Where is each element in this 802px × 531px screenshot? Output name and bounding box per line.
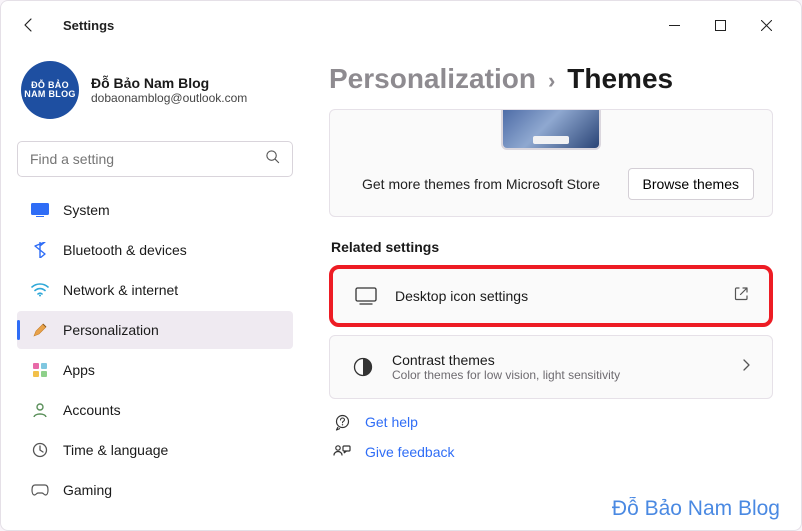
sidebar-item-bluetooth[interactable]: Bluetooth & devices <box>17 231 293 269</box>
row-title: Contrast themes <box>392 352 722 368</box>
theme-preview-thumbnail[interactable] <box>501 110 601 150</box>
clock-icon <box>31 441 49 459</box>
nav: System Bluetooth & devices Network & int… <box>17 191 293 509</box>
titlebar: Settings <box>1 1 801 49</box>
chevron-right-icon: › <box>548 68 555 94</box>
sidebar-item-label: Gaming <box>63 482 112 498</box>
avatar-text: ĐỖ BẢO NAM BLOG <box>21 81 79 100</box>
sidebar-item-label: Network & internet <box>63 282 178 298</box>
close-button[interactable] <box>743 9 789 41</box>
sidebar-item-label: Personalization <box>63 322 159 338</box>
bluetooth-icon <box>31 241 49 259</box>
accounts-icon <box>31 401 49 419</box>
arrow-left-icon <box>21 17 37 33</box>
sidebar-item-apps[interactable]: Apps <box>17 351 293 389</box>
sidebar-item-label: Apps <box>63 362 95 378</box>
sidebar-item-network[interactable]: Network & internet <box>17 271 293 309</box>
feedback-icon <box>333 443 351 461</box>
breadcrumb: Personalization › Themes <box>329 63 773 95</box>
search-box[interactable] <box>17 141 293 177</box>
minimize-button[interactable] <box>651 9 697 41</box>
sidebar: ĐỖ BẢO NAM BLOG Đỗ Bảo Nam Blog dobaonam… <box>1 49 309 530</box>
wifi-icon <box>31 281 49 299</box>
sidebar-item-system[interactable]: System <box>17 191 293 229</box>
row-subtitle: Color themes for low vision, light sensi… <box>392 368 722 382</box>
help-icon <box>333 413 351 431</box>
minimize-icon <box>669 20 680 31</box>
personalization-icon <box>31 321 49 339</box>
sidebar-item-personalization[interactable]: Personalization <box>17 311 293 349</box>
related-settings-header: Related settings <box>331 239 773 255</box>
row-title: Desktop icon settings <box>395 288 716 304</box>
sidebar-item-label: Accounts <box>63 402 121 418</box>
store-message: Get more themes from Microsoft Store <box>362 176 600 192</box>
open-external-icon <box>734 286 749 306</box>
profile-name: Đỗ Bảo Nam Blog <box>91 75 247 91</box>
profile-email: dobaonamblog@outlook.com <box>91 91 247 105</box>
maximize-icon <box>715 20 726 31</box>
link-label: Give feedback <box>365 444 455 460</box>
content: Personalization › Themes Get more themes… <box>309 49 801 530</box>
browse-themes-button[interactable]: Browse themes <box>628 168 754 200</box>
theme-preview-row <box>330 110 772 154</box>
sidebar-item-label: Time & language <box>63 442 168 458</box>
desktop-icon <box>355 285 377 307</box>
profile-block[interactable]: ĐỖ BẢO NAM BLOG Đỗ Bảo Nam Blog dobaonam… <box>17 57 293 135</box>
get-help-link[interactable]: Get help <box>333 413 773 431</box>
desktop-icon-settings-row[interactable]: Desktop icon settings <box>329 265 773 327</box>
sidebar-item-time-language[interactable]: Time & language <box>17 431 293 469</box>
chevron-right-icon <box>740 358 752 376</box>
give-feedback-link[interactable]: Give feedback <box>333 443 773 461</box>
breadcrumb-current: Themes <box>567 63 673 95</box>
window-title: Settings <box>63 18 114 33</box>
maximize-button[interactable] <box>697 9 743 41</box>
search-input[interactable] <box>30 151 265 167</box>
contrast-icon <box>352 356 374 378</box>
gaming-icon <box>31 481 49 499</box>
sidebar-item-label: Bluetooth & devices <box>63 242 187 258</box>
close-icon <box>761 20 772 31</box>
sidebar-item-label: System <box>63 202 110 218</box>
sidebar-item-accounts[interactable]: Accounts <box>17 391 293 429</box>
system-icon <box>31 201 49 219</box>
apps-icon <box>31 361 49 379</box>
search-icon <box>265 149 280 169</box>
avatar: ĐỖ BẢO NAM BLOG <box>21 61 79 119</box>
themes-card: Get more themes from Microsoft Store Bro… <box>329 109 773 217</box>
breadcrumb-parent[interactable]: Personalization <box>329 63 536 95</box>
back-button[interactable] <box>13 9 45 41</box>
contrast-themes-row[interactable]: Contrast themes Color themes for low vis… <box>329 335 773 399</box>
sidebar-item-gaming[interactable]: Gaming <box>17 471 293 509</box>
link-label: Get help <box>365 414 418 430</box>
